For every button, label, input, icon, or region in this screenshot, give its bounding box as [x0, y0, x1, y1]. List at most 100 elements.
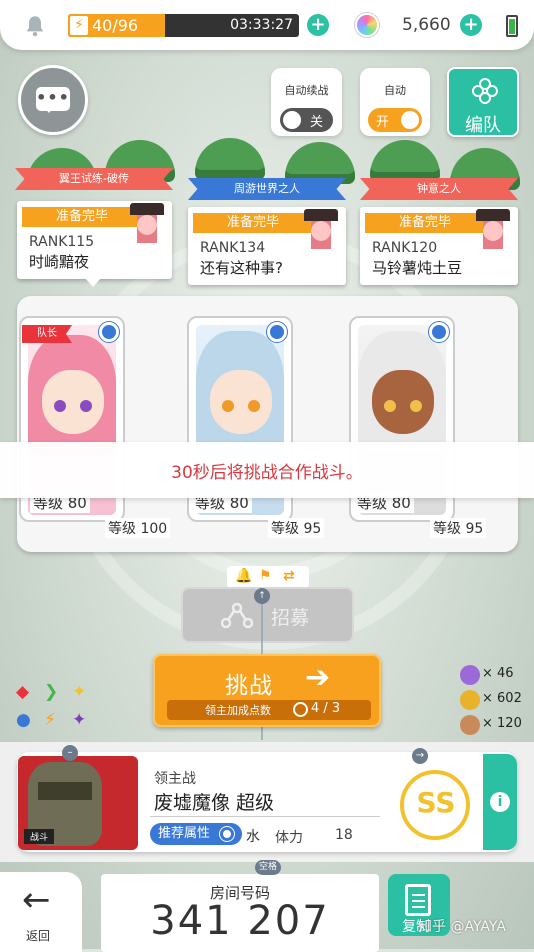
player-title-banner: 钟意之人 [360, 178, 518, 200]
switch-knob [283, 111, 301, 129]
flag-icon[interactable]: ⚑ [259, 568, 272, 584]
stamina-value: 40/96 [92, 16, 139, 35]
player-title: 钟意之人 [417, 182, 461, 195]
ready-badge: 准备完毕 [193, 213, 313, 233]
character-face [372, 370, 434, 434]
back-button[interactable]: ← 返回 [0, 872, 82, 952]
up-marker-icon: ↑ [254, 588, 270, 604]
support-level: 等级 100 [105, 518, 171, 538]
auto-continue-switch[interactable]: 关 [280, 108, 333, 132]
switch-knob [401, 111, 419, 129]
swap-icon[interactable]: ⇄ [283, 568, 295, 584]
stamina-timer: 03:33:27 [230, 17, 293, 33]
boss-info-button[interactable]: i [483, 754, 517, 850]
clipboard-icon [405, 884, 431, 916]
auto-continue-label: 自动续战 [284, 84, 329, 97]
back-label: 返回 [26, 929, 51, 943]
battery-icon [506, 15, 518, 37]
character-eye [248, 400, 260, 412]
arrow-right-icon: ➔ [305, 660, 331, 695]
room-number: 341 207 [150, 898, 330, 944]
character-eye [410, 400, 422, 412]
player-card[interactable]: 准备完毕 RANK120 马铃薯炖土豆 [360, 207, 518, 285]
player-title-banner: 翼王试练-破传 [15, 168, 173, 190]
chat-bubble-icon: ••• [36, 87, 70, 113]
party-flower-icon [472, 78, 498, 104]
boss-context: 领主战 [154, 771, 196, 787]
selected-pointer-icon [85, 278, 101, 295]
character-face [42, 370, 104, 434]
background-bush [285, 142, 355, 184]
countdown-notice: 30秒后将挑战合作战斗。 [0, 442, 534, 498]
player-card[interactable]: 准备完毕 RANK115 时崎黯夜 [17, 201, 172, 279]
player-sprite-avatar [130, 203, 164, 243]
resource-value: × 120 [482, 716, 522, 731]
auto-switch[interactable]: 开 [368, 108, 422, 132]
resource-counter: × 46 [460, 665, 530, 685]
rainbow-gem-icon [355, 13, 379, 37]
character-eye [54, 400, 66, 412]
stamina-cost-label: 体力 [275, 830, 303, 846]
notification-bell-icon[interactable] [22, 13, 48, 39]
challenge-button[interactable]: 挑战 ➔ 领主加成点数 4 / 3 [153, 654, 381, 727]
player-sprite-avatar [476, 209, 510, 249]
character-face [210, 370, 272, 434]
ready-badge: 准备完毕 [365, 213, 485, 233]
recommended-attribute-badge: 推荐属性 [150, 823, 242, 845]
boss-image: 战斗 [18, 756, 138, 850]
player-sprite-avatar [304, 209, 338, 249]
player-name: 马铃薯炖土豆 [372, 259, 463, 277]
player-name: 还有这种事? [200, 259, 283, 277]
resource-counter: × 602 [460, 690, 530, 710]
boss-image-tag: 战斗 [24, 829, 55, 844]
gem-count: 5,660 [402, 15, 451, 35]
auto-state: 开 [376, 115, 390, 130]
auto-label: 自动 [384, 84, 406, 97]
party-action-strip: 🔔 ⚑ ⇄ [227, 566, 309, 588]
light-element-icon: ✦ [72, 682, 87, 702]
thunder-element-icon: ⚡ [44, 710, 56, 730]
notice-text: 30秒后将挑战合作战斗。 [171, 463, 363, 483]
select-radio[interactable] [429, 322, 449, 342]
water-element-icon: ● [16, 710, 31, 730]
bronze-medal-icon [460, 715, 480, 735]
resource-value: × 46 [482, 666, 514, 681]
attr-label: 推荐属性 [158, 826, 211, 841]
character-eye [80, 400, 92, 412]
support-level: 等级 95 [268, 518, 325, 538]
player-rank: RANK120 [372, 240, 438, 256]
boss-bonus-bar: 领主加成点数 4 / 3 [167, 700, 371, 720]
space-tag: 空格 [255, 860, 281, 875]
ready-badge: 准备完毕 [22, 207, 142, 227]
player-title: 翼王试练-破传 [59, 172, 129, 185]
chat-button[interactable]: ••• [18, 65, 88, 135]
room-number-panel: 房间号码 341 207 [101, 874, 379, 952]
wind-element-icon: ❯ [44, 682, 59, 702]
select-radio[interactable] [99, 322, 119, 342]
player-title: 周游世界之人 [234, 182, 300, 195]
grade-emblem: SS [398, 762, 470, 842]
top-bar: ⚡ 40/96 03:33:27 + 5,660 + [0, 0, 534, 50]
support-level: 等级 95 [430, 518, 487, 538]
lightning-icon: ⚡ [70, 16, 88, 35]
player-name: 时崎黯夜 [29, 253, 90, 271]
gold-medal-icon [460, 690, 480, 710]
player-title-banner: 周游世界之人 [188, 178, 346, 200]
challenge-label: 挑战 [225, 673, 273, 699]
select-radio[interactable] [267, 322, 287, 342]
player-card[interactable]: 准备完毕 RANK134 还有这种事? [188, 207, 346, 285]
bonus-icon [293, 702, 308, 717]
resource-value: × 602 [482, 691, 522, 706]
grade-text: SS [416, 786, 456, 819]
character-eye [222, 400, 234, 412]
player-rank: RANK115 [29, 234, 95, 250]
bell-icon[interactable]: 🔔 [235, 568, 252, 584]
arrow-left-icon: ← [22, 880, 51, 920]
leader-tag: 队长 [22, 325, 72, 343]
add-gems-button[interactable]: + [460, 14, 482, 36]
fire-element-icon: ◆ [16, 682, 30, 702]
add-stamina-button[interactable]: + [307, 14, 329, 36]
formation-label: 编队 [465, 115, 501, 136]
formation-button[interactable]: 编队 [447, 67, 519, 137]
boss-bonus-count: 4 / 3 [311, 701, 341, 716]
